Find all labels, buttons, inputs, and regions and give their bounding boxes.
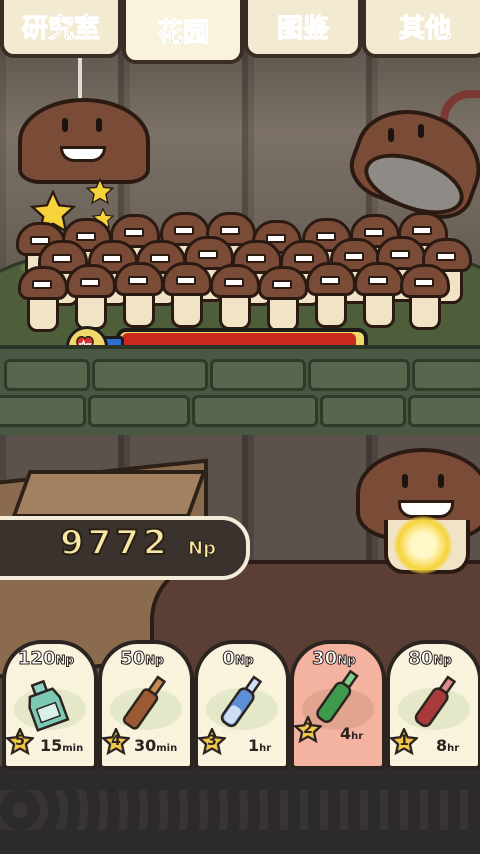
level-star-icon: 2	[292, 714, 324, 744]
tray-pattern	[0, 790, 480, 830]
mushroom[interactable]	[18, 266, 68, 332]
level-star-icon: 5	[4, 726, 36, 756]
mushroom[interactable]	[306, 262, 356, 328]
lamp-mushroom-mouth	[60, 146, 106, 162]
currency-unit: Np	[188, 538, 217, 560]
item-duration: 8hr	[436, 736, 460, 755]
level-star-icon: 4	[100, 726, 132, 756]
tab-label: 研究室	[21, 14, 100, 45]
green-bottle-icon	[28, 679, 70, 732]
item-cost: 30Np	[312, 648, 357, 670]
counter-mushroom-eye	[402, 474, 408, 488]
currency-value: 9772	[59, 522, 171, 564]
mushroom[interactable]	[66, 264, 116, 330]
tab-label: 图鉴	[276, 14, 329, 45]
game-scene: 9772 Np 研究室 花园 图鉴 其他 120Np 50Np 0Np 30Np…	[0, 0, 480, 854]
mushroom[interactable]	[162, 262, 212, 328]
tab-lab[interactable]: 研究室	[0, 0, 122, 58]
tab-label: 花园	[156, 18, 209, 49]
tab-other[interactable]: 其他	[362, 0, 480, 58]
mushroom[interactable]	[258, 266, 308, 332]
item-cost: 50Np	[120, 648, 165, 670]
item-cost: 80Np	[408, 648, 453, 670]
item-duration: 15min	[40, 736, 84, 755]
stone-wall	[0, 345, 480, 445]
item-cost: 0Np	[222, 648, 254, 670]
cardboard-box-flap	[11, 470, 207, 518]
red-ampoule-icon	[414, 675, 457, 728]
tab-garden[interactable]: 花园	[122, 0, 244, 64]
item-duration: 30min	[134, 736, 178, 755]
item-cost: 120Np	[17, 648, 75, 670]
mushroom[interactable]	[354, 262, 404, 328]
shower-mushroom-eye	[418, 124, 424, 138]
blue-ampoule-icon	[220, 675, 263, 728]
counter-mushroom-eye	[438, 474, 444, 488]
level-star-icon: 1	[388, 726, 420, 756]
lamp-mushroom-cap	[18, 98, 150, 184]
brown-vial-icon	[122, 675, 167, 730]
lamp-mushroom-eye	[62, 118, 68, 132]
item-duration: 4hr	[340, 724, 364, 743]
lamp-mushroom-eye	[96, 118, 102, 132]
item-duration: 1hr	[248, 736, 272, 755]
mushroom[interactable]	[400, 264, 450, 330]
mushroom[interactable]	[210, 264, 260, 330]
tab-encyclopedia[interactable]: 图鉴	[244, 0, 362, 58]
level-star-icon: 3	[196, 726, 228, 756]
light-bulb-icon	[394, 516, 452, 574]
tab-label: 其他	[398, 14, 451, 45]
mushroom[interactable]	[114, 262, 164, 328]
shower-mushroom-eye	[388, 128, 394, 142]
gold-star-icon	[86, 178, 114, 205]
